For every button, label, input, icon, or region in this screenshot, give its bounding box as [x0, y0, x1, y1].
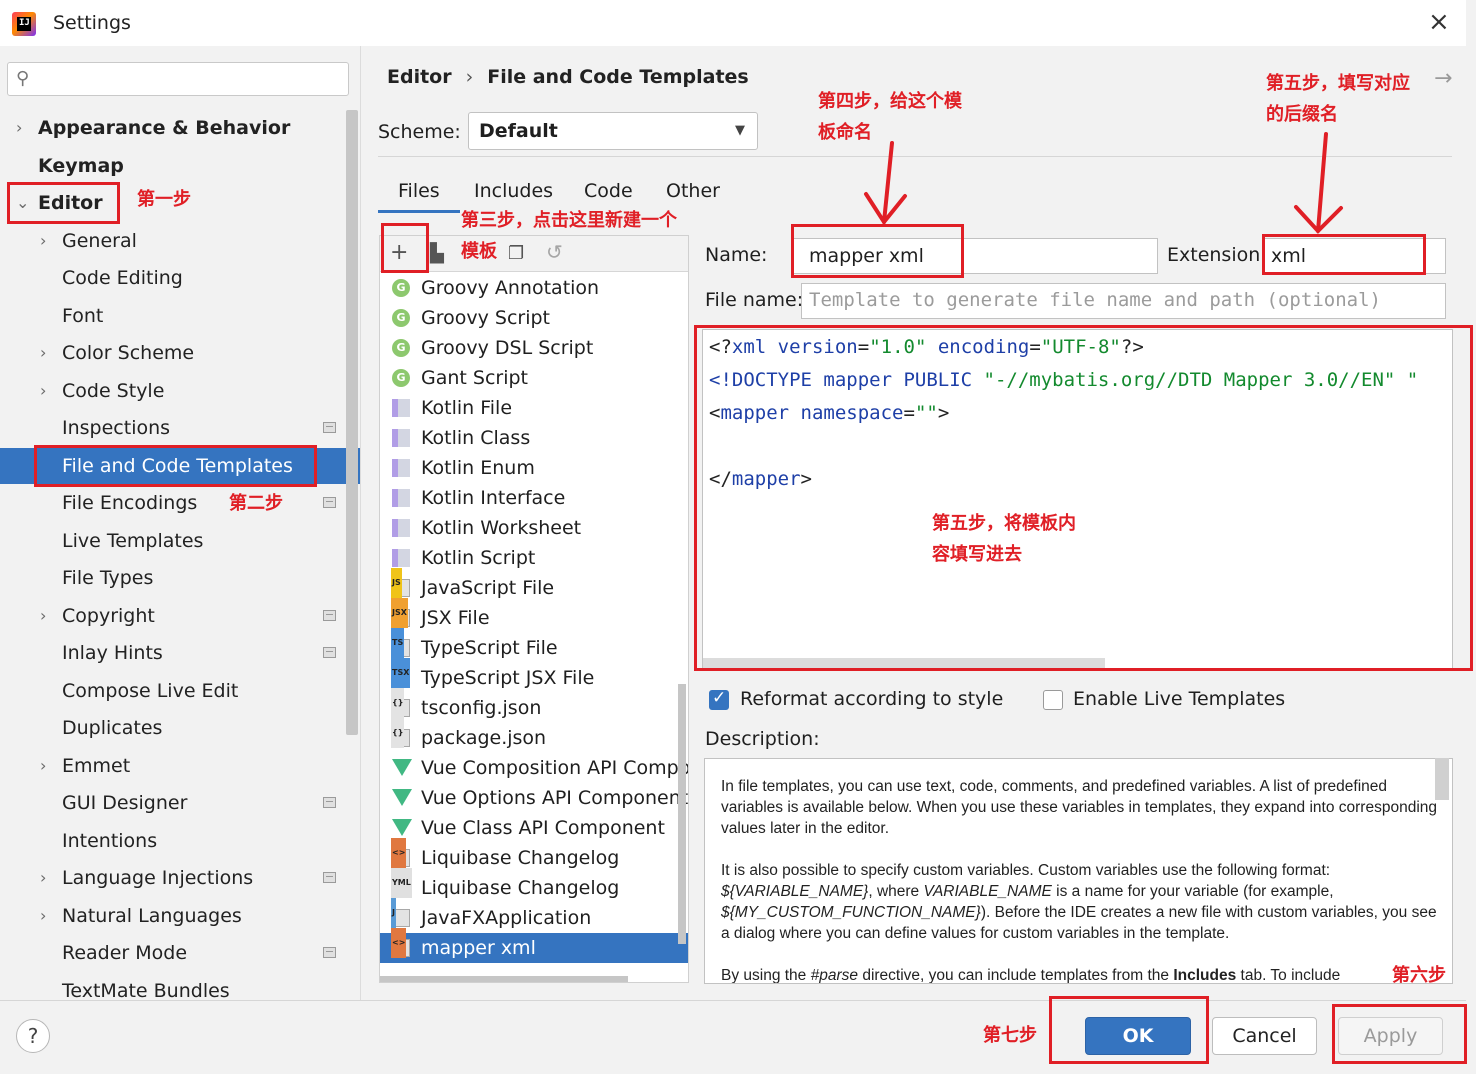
- arrow-step4: [882, 141, 894, 224]
- arrow-step5: [1316, 132, 1328, 233]
- annotation-arrows: [864, 132, 1343, 234]
- settings-dialog: IJ Settings × ⚲ › Appearance & Behavior Ke…: [0, 0, 1476, 1074]
